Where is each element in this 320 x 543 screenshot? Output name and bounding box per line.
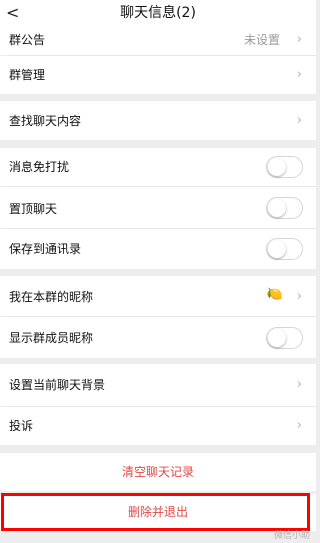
save-contacts-toggle[interactable] [266,238,303,260]
chevron-right-icon: › [296,32,302,47]
row-label: 保存到通讯录 [9,242,82,256]
lemon-icon: 🍋 [266,287,283,302]
page-title: 聊天信息(2) [120,5,196,21]
pin-chat-row: 置顶聊天 [0,187,316,228]
row-label: 投诉 [9,419,34,433]
toggle-knob [268,199,286,217]
mute-notifications-row: 消息免打扰 [0,148,316,186]
pin-toggle[interactable] [266,197,303,219]
row-label: 显示群成员昵称 [9,331,94,345]
row-value: 未设置 [243,33,280,47]
row-label: 群公告 [9,33,46,47]
top-bar: < 聊天信息(2) [0,0,316,27]
mute-toggle[interactable] [266,156,303,178]
my-group-nickname-row[interactable]: 我在本群的昵称 🍋 › [0,276,316,316]
chevron-right-icon: › [296,289,302,304]
show-nickname-toggle[interactable] [266,327,303,349]
row-label: 查找聊天内容 [9,114,82,128]
toggle-knob [268,329,286,347]
chevron-right-icon: › [296,418,302,433]
row-label: 我在本群的昵称 [9,290,94,304]
toggle-knob [268,240,286,258]
chevron-right-icon: › [296,113,302,128]
row-label: 置顶聊天 [9,202,58,216]
save-to-contacts-row: 保存到通讯录 [0,229,316,269]
group-management-row[interactable]: 群管理 › [0,56,316,94]
highlight-box [1,493,310,531]
row-label: 设置当前聊天背景 [9,378,106,392]
clear-chat-history-button[interactable]: 清空聊天记录 [0,453,316,491]
complaint-row[interactable]: 投诉 › [0,407,316,445]
chevron-right-icon: › [296,67,302,82]
chat-background-row[interactable]: 设置当前聊天背景 › [0,364,316,406]
show-member-nickname-row: 显示群成员昵称 [0,317,316,358]
search-chat-row[interactable]: 查找聊天内容 › [0,101,316,140]
watermark: 微信小助 [273,531,310,541]
chevron-right-icon: › [296,377,302,392]
row-label: 消息免打扰 [9,160,70,174]
row-label: 群管理 [9,68,46,82]
toggle-knob [268,158,286,176]
